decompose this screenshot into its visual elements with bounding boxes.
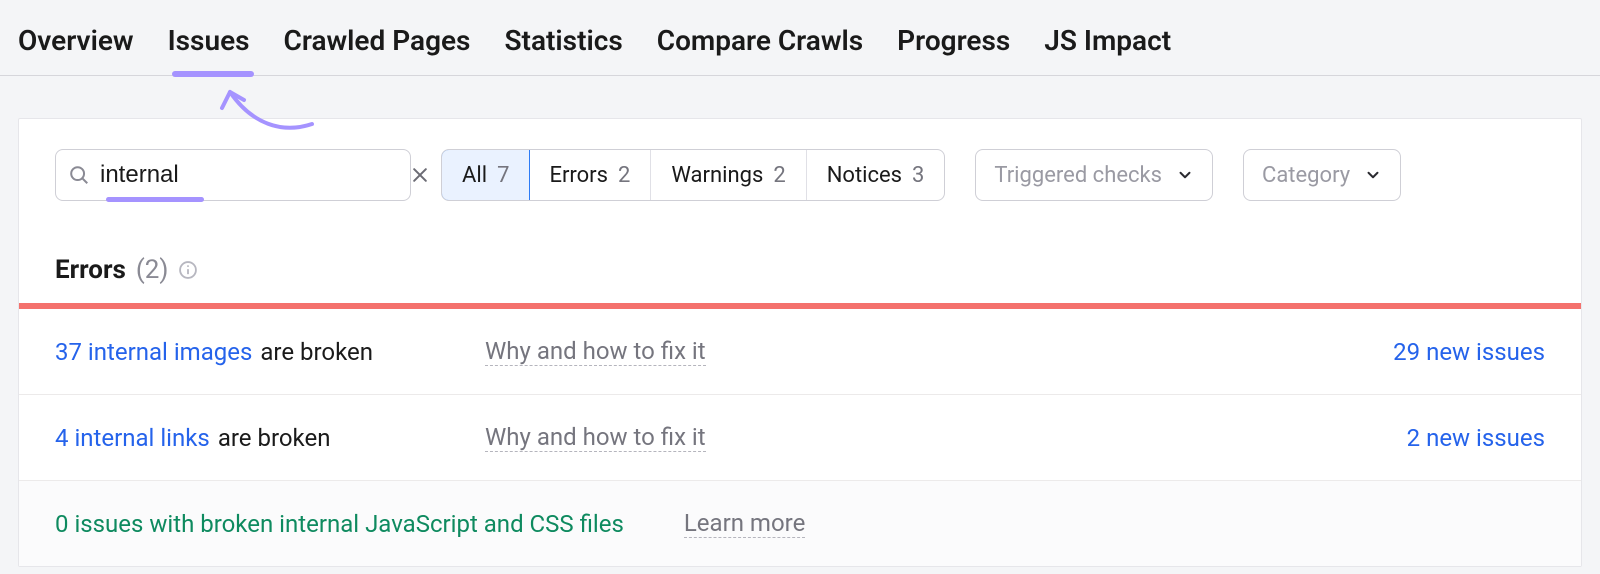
tab-progress[interactable]: Progress xyxy=(897,24,1010,75)
info-icon[interactable] xyxy=(178,260,198,280)
issue-link[interactable]: 4 internal links xyxy=(55,424,210,452)
filter-all[interactable]: All 7 xyxy=(441,149,530,201)
search-by-check[interactable] xyxy=(55,149,411,201)
filter-all-count: 7 xyxy=(497,163,509,188)
category-dropdown[interactable]: Category xyxy=(1243,149,1401,201)
filter-notices-count: 3 xyxy=(912,163,924,188)
category-label: Category xyxy=(1262,163,1350,188)
severity-filter: All 7 Errors 2 Warnings 2 Notices 3 xyxy=(441,149,945,201)
errors-count: (2) xyxy=(136,255,169,285)
filter-warnings-label: Warnings xyxy=(671,163,763,188)
learn-more-link[interactable]: Learn more xyxy=(684,509,805,538)
issue-rows: 37 internal images are broken Why and ho… xyxy=(19,309,1581,566)
clear-icon[interactable] xyxy=(410,165,430,185)
tab-statistics[interactable]: Statistics xyxy=(504,24,622,75)
filter-errors-label: Errors xyxy=(549,163,608,188)
tab-jsimpact[interactable]: JS Impact xyxy=(1044,24,1171,75)
new-issues-link[interactable]: 29 new issues xyxy=(1393,338,1545,366)
passed-row: 0 issues with broken internal JavaScript… xyxy=(19,480,1581,566)
filter-warnings[interactable]: Warnings 2 xyxy=(651,150,806,200)
triggered-checks-label: Triggered checks xyxy=(994,163,1162,188)
passed-text: 0 issues with broken internal JavaScript… xyxy=(55,510,624,538)
tab-overview[interactable]: Overview xyxy=(18,24,134,75)
issue-text: are broken xyxy=(218,424,331,452)
filter-bar: All 7 Errors 2 Warnings 2 Notices 3 Trig… xyxy=(19,119,1581,231)
why-how-link[interactable]: Why and how to fix it xyxy=(485,337,706,366)
triggered-checks-dropdown[interactable]: Triggered checks xyxy=(975,149,1213,201)
issue-link[interactable]: 37 internal images xyxy=(55,338,252,366)
tab-crawled[interactable]: Crawled Pages xyxy=(284,24,471,75)
search-input[interactable] xyxy=(100,161,410,189)
chevron-down-icon xyxy=(1364,166,1382,184)
annotation-underline xyxy=(106,197,204,202)
filter-notices-label: Notices xyxy=(827,163,902,188)
filter-errors[interactable]: Errors 2 xyxy=(529,150,651,200)
tab-compare[interactable]: Compare Crawls xyxy=(657,24,863,75)
filter-warnings-count: 2 xyxy=(773,163,785,188)
search-icon xyxy=(68,164,90,186)
tab-issues[interactable]: Issues xyxy=(168,24,250,75)
why-how-link[interactable]: Why and how to fix it xyxy=(485,423,706,452)
issues-panel: All 7 Errors 2 Warnings 2 Notices 3 Trig… xyxy=(18,118,1582,567)
issue-row: 37 internal images are broken Why and ho… xyxy=(19,309,1581,394)
errors-title: Errors xyxy=(55,255,126,285)
issue-row: 4 internal links are broken Why and how … xyxy=(19,394,1581,480)
filter-errors-count: 2 xyxy=(618,163,630,188)
filter-all-label: All xyxy=(462,163,487,188)
errors-section-header: Errors (2) xyxy=(19,231,1581,303)
chevron-down-icon xyxy=(1176,166,1194,184)
filter-notices[interactable]: Notices 3 xyxy=(807,150,945,200)
issue-text: are broken xyxy=(260,338,373,366)
new-issues-link[interactable]: 2 new issues xyxy=(1407,424,1545,452)
top-tabs: Overview Issues Crawled Pages Statistics… xyxy=(0,0,1600,76)
